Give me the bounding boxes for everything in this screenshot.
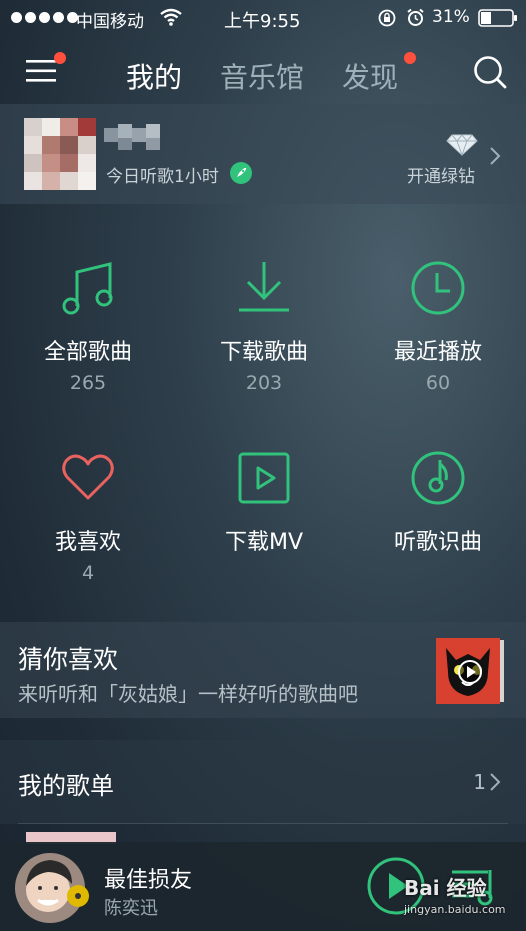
grid-item-recognize-music[interactable]: 听歌识曲 <box>358 450 518 556</box>
menu-badge <box>54 52 66 64</box>
heart-icon <box>60 450 116 506</box>
avatar[interactable] <box>24 118 96 190</box>
music-note-icon <box>60 260 116 316</box>
tab-discover[interactable]: 发现 <box>342 56 398 96</box>
discover-badge <box>404 52 416 64</box>
playlist-title: 我的歌单 <box>18 772 114 800</box>
battery-percent: 31% <box>432 7 470 27</box>
vip-label[interactable]: 开通绿钻 <box>407 162 475 187</box>
diamond-icon <box>446 134 478 156</box>
watermark: Bai 经验 jingyan.baidu.com <box>404 872 520 920</box>
rotation-lock-icon <box>378 9 396 27</box>
chevron-right-icon <box>489 772 501 792</box>
signal-strength-icon <box>11 12 78 23</box>
grid-label: 最近播放 <box>393 340 482 365</box>
download-icon <box>236 260 292 316</box>
now-playing-song: 最佳损友 <box>104 868 193 893</box>
username-pixelated <box>104 124 162 152</box>
grid-count: 265 <box>69 372 107 394</box>
menu-button[interactable] <box>26 58 58 84</box>
tab-music-hall[interactable]: 音乐馆 <box>220 56 304 96</box>
grid-count: 203 <box>245 372 283 394</box>
my-playlist-section[interactable]: 我的歌单 1 <box>0 740 526 824</box>
grid-count: 4 <box>81 562 95 584</box>
listen-time-text: 今日听歌1小时 <box>106 167 219 187</box>
grid-item-all-songs[interactable]: 全部歌曲 265 <box>8 260 168 394</box>
divider <box>18 823 508 824</box>
clock-icon <box>410 260 466 316</box>
grid-label: 我喜欢 <box>54 530 121 555</box>
search-button[interactable] <box>472 54 508 90</box>
battery-icon <box>478 9 518 27</box>
grid-label: 下载歌曲 <box>219 340 308 365</box>
status-bar: 中国移动 上午9:55 31% <box>0 0 526 36</box>
recommend-title: 猜你喜欢 <box>18 645 119 674</box>
search-icon <box>474 56 507 89</box>
grid-item-favorites[interactable]: 我喜欢 4 <box>8 450 168 584</box>
recommend-subtitle: 来听听和「灰姑娘」一样好听的歌曲吧 <box>18 682 358 706</box>
recognize-music-icon <box>410 450 466 506</box>
playlist-count: 1 <box>473 770 486 794</box>
user-profile-row[interactable]: 今日听歌1小时 开通绿钻 <box>0 104 526 204</box>
status-time: 上午9:55 <box>224 11 301 32</box>
alarm-icon <box>406 8 425 27</box>
grid-label: 听歌识曲 <box>393 530 482 555</box>
chevron-right-icon <box>489 146 501 166</box>
watermark-text: Bai 经验 <box>404 876 487 900</box>
wifi-icon <box>160 8 182 26</box>
carrier-name: 中国移动 <box>76 12 144 32</box>
grid-item-download-mv[interactable]: 下载MV <box>184 450 344 556</box>
grid-count: 60 <box>425 372 451 394</box>
tab-mine[interactable]: 我的 <box>126 56 182 96</box>
now-playing-artist: 陈奕迅 <box>104 898 158 919</box>
grid-label: 下载MV <box>224 530 304 555</box>
rocket-icon <box>230 162 252 184</box>
now-playing-cover[interactable] <box>14 850 92 928</box>
grid-item-downloaded-songs[interactable]: 下载歌曲 203 <box>184 260 344 394</box>
grid-label: 全部歌曲 <box>43 340 132 365</box>
hamburger-icon <box>26 60 56 82</box>
album-cover[interactable] <box>436 638 504 704</box>
grid-item-recent-plays[interactable]: 最近播放 60 <box>358 260 518 394</box>
mv-play-icon <box>236 450 292 506</box>
watermark-url: jingyan.baidu.com <box>404 903 506 916</box>
recommend-section[interactable]: 猜你喜欢 来听听和「灰姑娘」一样好听的歌曲吧 <box>0 622 526 718</box>
